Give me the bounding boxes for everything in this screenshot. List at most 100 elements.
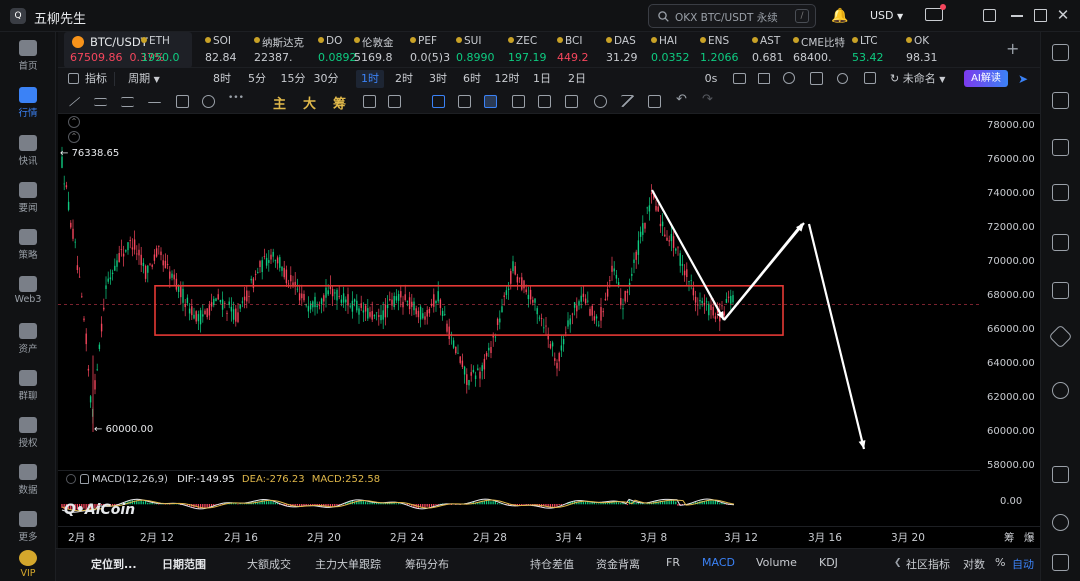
ticker-item[interactable]: CME比特 68400.	[793, 32, 845, 68]
bottom-tab-4[interactable]: 筹码分布	[405, 556, 449, 572]
price-chart[interactable]: ⌃ ⌃ ← 76338.65 ← 60000.00	[58, 114, 980, 470]
log-scale-toggle[interactable]: 对数	[963, 556, 985, 572]
indicator-icon[interactable]	[68, 73, 79, 84]
calculator-icon[interactable]	[1052, 184, 1069, 201]
chat-bubble-icon[interactable]	[1052, 554, 1069, 571]
add-ticker-button[interactable]: +	[1006, 39, 1019, 58]
bottom-tab-0[interactable]: 定位到...	[91, 556, 137, 572]
diamond-icon[interactable]	[1048, 324, 1073, 349]
ticker-item[interactable]: SUI 0.8990	[456, 32, 508, 68]
timeframe-7[interactable]: 6时	[458, 70, 486, 88]
minimize-icon[interactable]	[1011, 15, 1023, 17]
layout-icon[interactable]	[810, 72, 823, 85]
parallel-lines-tool-icon[interactable]	[94, 98, 107, 106]
nav-item-1[interactable]: 行情	[0, 87, 56, 119]
chip-button[interactable]: 筹	[333, 93, 346, 112]
timeframe-2[interactable]: 15分	[279, 70, 307, 88]
timeframe-6[interactable]: 3时	[424, 70, 452, 88]
timeframe-3[interactable]: 30分	[312, 70, 340, 88]
nav-item-0[interactable]: 首页	[0, 40, 56, 72]
panel-layout-icon[interactable]	[1052, 44, 1069, 61]
timeframe-0[interactable]: 8时	[208, 70, 236, 88]
ticker-item[interactable]: BCI 449.2	[557, 32, 609, 68]
ruler-icon[interactable]	[458, 95, 471, 108]
nav-item-6[interactable]: 资产	[0, 323, 56, 355]
delete-icon[interactable]	[648, 95, 661, 108]
timeframe-1[interactable]: 5分	[243, 70, 271, 88]
bottom-tab-11[interactable]: 社区指标	[906, 556, 950, 572]
ai-interpret-button[interactable]: AI解读	[964, 70, 1008, 87]
text-tool-icon[interactable]	[388, 95, 401, 108]
date-axis[interactable]: 2月 8 2月 12 2月 16 2月 20 2月 24 2月 28 3月 4 3月 8 3月 …	[58, 526, 1040, 548]
macd-pane[interactable]: MACD(12,26,9) DIF:-149.95 DEA:-276.23 MA…	[58, 470, 980, 526]
nav-item-2[interactable]: 快讯	[0, 135, 56, 167]
maximize-icon[interactable]	[1034, 9, 1047, 22]
price-chart-svg[interactable]	[58, 114, 980, 470]
brush-tool-icon[interactable]	[202, 95, 215, 108]
layout-select[interactable]: ↻ 未命名 ▼	[890, 70, 960, 88]
auto-scale-toggle[interactable]: 自动	[1012, 556, 1034, 572]
nav-item-7[interactable]: 群聊	[0, 370, 56, 402]
camera-icon[interactable]	[733, 73, 746, 84]
more-tools-icon[interactable]: •••	[228, 93, 244, 106]
measure-icon[interactable]	[512, 95, 525, 108]
collapse-top-icon[interactable]: ⌃	[68, 116, 80, 128]
macd-bell-icon[interactable]	[80, 474, 89, 484]
timeframe-8[interactable]: 12时	[493, 70, 521, 88]
percent-scale-toggle[interactable]: %	[995, 556, 1005, 569]
price-axis[interactable]: 78000.00 76000.00 74000.00 72000.00 70000.00…	[980, 114, 1040, 471]
window-restore-icon[interactable]	[983, 9, 996, 22]
nav-item-8[interactable]: 授权	[0, 417, 56, 449]
ticker-item[interactable]: 纳斯达克 22387.	[254, 32, 306, 68]
exchange-icon[interactable]	[1052, 382, 1069, 399]
bottom-tab-8[interactable]: MACD	[702, 556, 735, 569]
liquidation-toggle[interactable]: 爆	[1024, 530, 1035, 545]
filter-icon[interactable]	[621, 95, 634, 107]
currency-select[interactable]: USD ▼	[870, 9, 903, 22]
main-chart-button[interactable]: 主	[273, 93, 286, 112]
fullscreen-icon[interactable]	[864, 72, 876, 84]
clock-icon[interactable]	[783, 72, 795, 84]
community-chevron-icon[interactable]: ❮	[894, 558, 902, 568]
close-icon[interactable]: ✕	[1053, 4, 1073, 26]
bottom-tab-5[interactable]: 持仓差值	[530, 556, 574, 572]
orderbook-icon[interactable]	[1052, 92, 1069, 109]
bottom-tab-10[interactable]: KDJ	[819, 556, 838, 569]
hide-icon[interactable]	[594, 95, 607, 108]
big-order-button[interactable]: 大	[303, 93, 316, 112]
period-dropdown[interactable]: 周期 ▼	[121, 70, 167, 88]
rectangle-tool-icon[interactable]	[176, 95, 189, 108]
bottom-tab-6[interactable]: 资金背离	[596, 556, 640, 572]
chip-toggle[interactable]: 筹	[1004, 530, 1015, 545]
ticker-item[interactable]: SOI 82.84	[205, 32, 257, 68]
collapse-second-icon[interactable]: ⌃	[68, 131, 80, 143]
ticker-item[interactable]: 伦敦金 5169.8	[354, 32, 406, 68]
fib-tool-icon[interactable]	[121, 97, 134, 107]
list-icon[interactable]	[1052, 234, 1069, 251]
lock-icon[interactable]	[538, 95, 551, 108]
ticker-item[interactable]: PEF 0.0(5)3	[410, 32, 462, 68]
macd-collapse-icon[interactable]	[66, 474, 76, 484]
bottom-tab-3[interactable]: 主力大单跟踪	[315, 556, 381, 572]
nav-item-9[interactable]: 数据	[0, 464, 56, 496]
sync-icon[interactable]	[363, 95, 376, 108]
ticker-item[interactable]: ENS 1.2066	[700, 32, 752, 68]
timeframe-10[interactable]: 2日	[563, 70, 591, 88]
hline-tool-icon[interactable]	[148, 102, 161, 104]
zero-s-button[interactable]: 0s	[701, 70, 721, 88]
redo-icon[interactable]: ↷	[702, 92, 715, 107]
mail-icon[interactable]	[925, 8, 943, 21]
bottom-tab-1[interactable]: 日期范围	[162, 556, 206, 572]
ticker-item[interactable]: LTC 53.42	[852, 32, 904, 68]
timeframe-5[interactable]: 2时	[390, 70, 418, 88]
indicator-button[interactable]: 指标	[83, 70, 109, 88]
nav-item-10[interactable]: 更多	[0, 511, 56, 543]
nav-item-4[interactable]: 策略	[0, 229, 56, 261]
search-box[interactable]: OKX BTC/USDT 永续 /	[648, 4, 816, 28]
support-icon[interactable]	[1052, 514, 1069, 531]
nav-item-5[interactable]: Web3	[0, 276, 56, 305]
timeframe-4[interactable]: 1时	[356, 70, 384, 88]
bottom-tab-9[interactable]: Volume	[756, 556, 797, 569]
pen-tool-icon[interactable]	[484, 95, 497, 108]
nav-item-3[interactable]: 要闻	[0, 182, 56, 214]
